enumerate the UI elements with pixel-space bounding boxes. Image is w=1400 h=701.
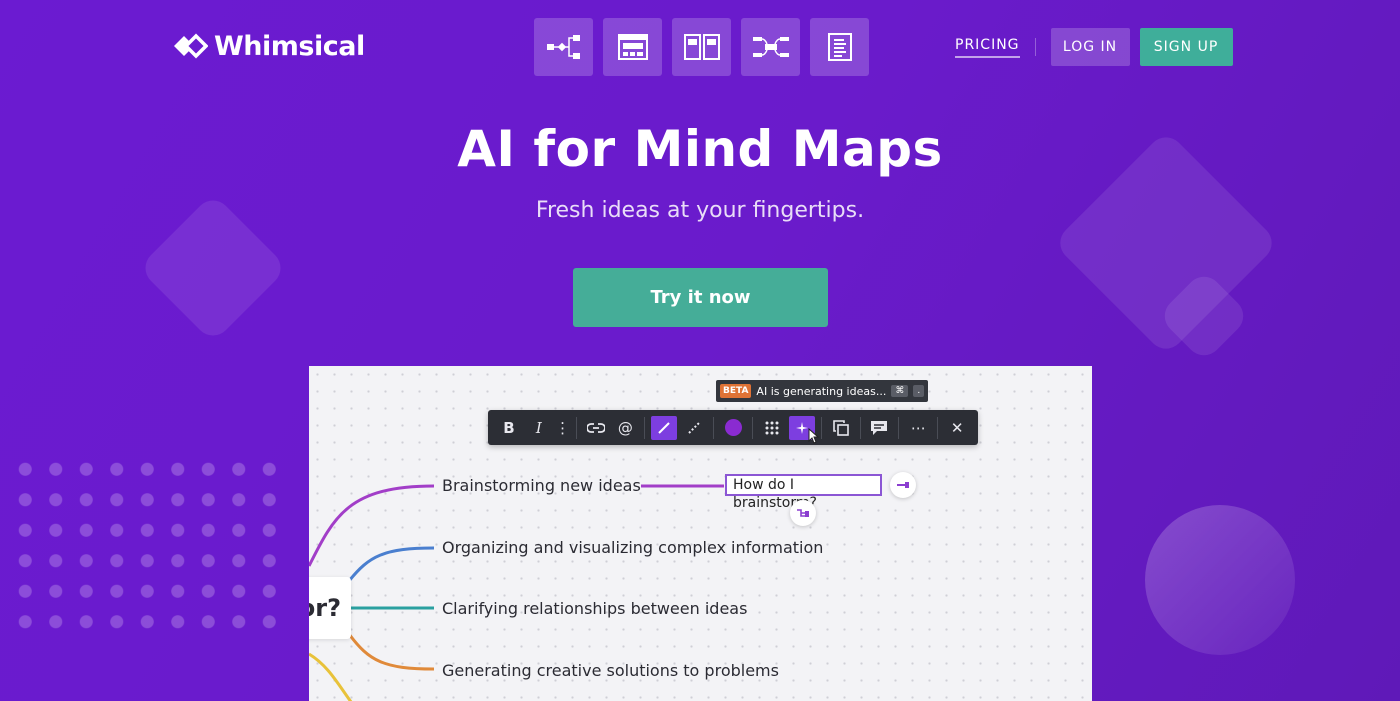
bold-button[interactable]: B	[494, 414, 524, 442]
background-dot-grid	[10, 454, 290, 634]
root-node[interactable]: or?	[309, 577, 351, 639]
idea-node-3[interactable]: Clarifying relationships between ideas	[442, 599, 747, 618]
mindmap-canvas[interactable]: or? Brainstorming new ideas Organizing a…	[309, 366, 1092, 701]
shortcut-key-period: .	[913, 385, 925, 397]
signup-button[interactable]: SIGN UP	[1139, 28, 1233, 66]
italic-button[interactable]: I	[524, 414, 554, 442]
color-picker-icon[interactable]	[718, 414, 748, 442]
line-style-solid-icon[interactable]	[651, 415, 678, 440]
hero-title: AI for Mind Maps	[457, 120, 943, 178]
logo-text: Whimsical	[214, 30, 365, 62]
beta-badge: BETA	[720, 384, 752, 398]
idea-node-2[interactable]: Organizing and visualizing complex infor…	[442, 538, 823, 557]
toolbar-divider	[751, 416, 753, 439]
toolbar-divider	[937, 416, 939, 439]
layout-grid-icon[interactable]	[757, 414, 787, 442]
ai-status-text: AI is generating ideas...	[756, 384, 887, 398]
toolbar-divider	[575, 416, 577, 439]
whimsical-logo-icon	[172, 30, 209, 62]
line-style-dashed-icon[interactable]	[679, 414, 709, 442]
branch-icon	[797, 509, 809, 517]
toolbar-divider	[644, 416, 646, 439]
try-it-now-button[interactable]: Try it now	[573, 268, 828, 327]
shortcut-key-cmd: ⌘	[891, 385, 909, 397]
ai-generating-tooltip: BETA AI is generating ideas... ⌘ .	[716, 380, 929, 402]
login-button[interactable]: LOG IN	[1050, 28, 1130, 66]
mindmap-icon[interactable]	[741, 18, 800, 76]
more-options-button[interactable]: ⋯	[903, 414, 933, 442]
flowchart-icon[interactable]	[534, 18, 593, 76]
hero-subtitle: Fresh ideas at your fingertips.	[535, 198, 865, 223]
node-toolbar: B I ⋮ @ ⋯ ✕	[488, 410, 978, 445]
link-icon[interactable]	[581, 414, 611, 442]
toolbar-divider	[898, 416, 900, 439]
mention-button[interactable]: @	[610, 414, 640, 442]
add-sibling-button[interactable]	[790, 500, 816, 526]
toolbar-divider	[713, 416, 715, 439]
product-icons	[534, 18, 869, 76]
mouse-cursor-icon	[808, 428, 820, 444]
comment-icon[interactable]	[865, 414, 895, 442]
board-icon[interactable]	[672, 18, 731, 76]
add-child-button[interactable]	[890, 472, 916, 498]
logo[interactable]: Whimsical	[172, 30, 365, 62]
node-text-input[interactable]: How do I brainstorm?	[725, 474, 882, 511]
idea-node-1[interactable]: Brainstorming new ideas	[442, 476, 641, 495]
pricing-link[interactable]: PRICING	[955, 37, 1020, 58]
doc-icon[interactable]	[810, 18, 869, 76]
toolbar-divider	[820, 416, 822, 439]
more-format-icon[interactable]: ⋮	[554, 414, 572, 442]
wireframe-icon[interactable]	[603, 18, 662, 76]
duplicate-icon[interactable]	[826, 414, 856, 442]
close-toolbar-button[interactable]: ✕	[942, 414, 972, 442]
toolbar-divider	[859, 416, 861, 439]
header-nav: PRICING LOG IN SIGN UP	[955, 28, 1233, 66]
arrow-right-icon	[897, 482, 909, 488]
nav-divider	[1034, 38, 1036, 56]
idea-node-4[interactable]: Generating creative solutions to problem…	[442, 661, 779, 680]
background-circle	[1145, 505, 1295, 655]
